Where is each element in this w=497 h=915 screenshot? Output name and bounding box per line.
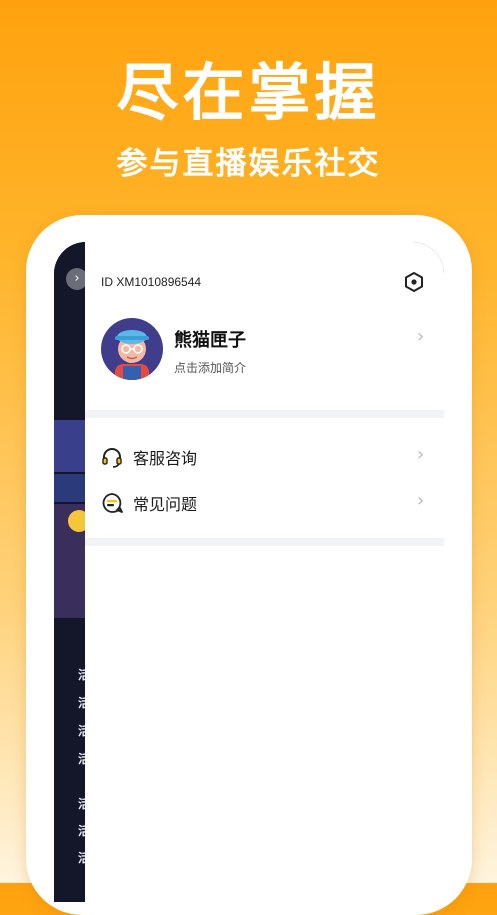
avatar[interactable]	[101, 318, 163, 380]
chevron-right-icon: ›	[417, 444, 425, 465]
phone-screen: 活 活 活 活 活 活 活 › ID XM1010896544 熊猫匣子 点击添…	[54, 242, 444, 902]
profile-drawer: ID XM1010896544 熊猫匣子 点击添加简介 › 客服咨询 › 常见问…	[85, 242, 444, 902]
chevron-right-icon: ›	[417, 490, 425, 511]
faq-bubble-icon	[102, 493, 123, 513]
menu-item-label: 常见问题	[133, 495, 198, 514]
section-divider	[85, 538, 444, 546]
user-id: ID XM1010896544	[101, 275, 202, 289]
background-app: 活 活 活 活 活 活 活	[54, 242, 90, 902]
promo-subline: 参与直播娱乐社交	[116, 146, 381, 182]
headset-icon	[102, 448, 122, 468]
menu-item-label: 客服咨询	[133, 449, 198, 468]
background-thumbnail	[54, 420, 85, 472]
background-thumbnail	[54, 474, 85, 502]
profile-chevron-icon[interactable]: ›	[417, 326, 424, 347]
watermark-text: 玩意下载 · N8WYXH.COM.CN	[128, 852, 369, 871]
bio-hint[interactable]: 点击添加简介	[174, 359, 246, 376]
promo-headline: 尽在掌握	[116, 56, 381, 129]
nickname[interactable]: 熊猫匣子	[174, 326, 246, 352]
menu-item-customer-service[interactable]: 客服咨询 ›	[85, 438, 444, 474]
section-divider	[85, 410, 444, 418]
menu-item-faq[interactable]: 常见问题 ›	[85, 484, 444, 520]
settings-icon[interactable]	[403, 271, 425, 293]
phone-notch	[173, 242, 387, 274]
